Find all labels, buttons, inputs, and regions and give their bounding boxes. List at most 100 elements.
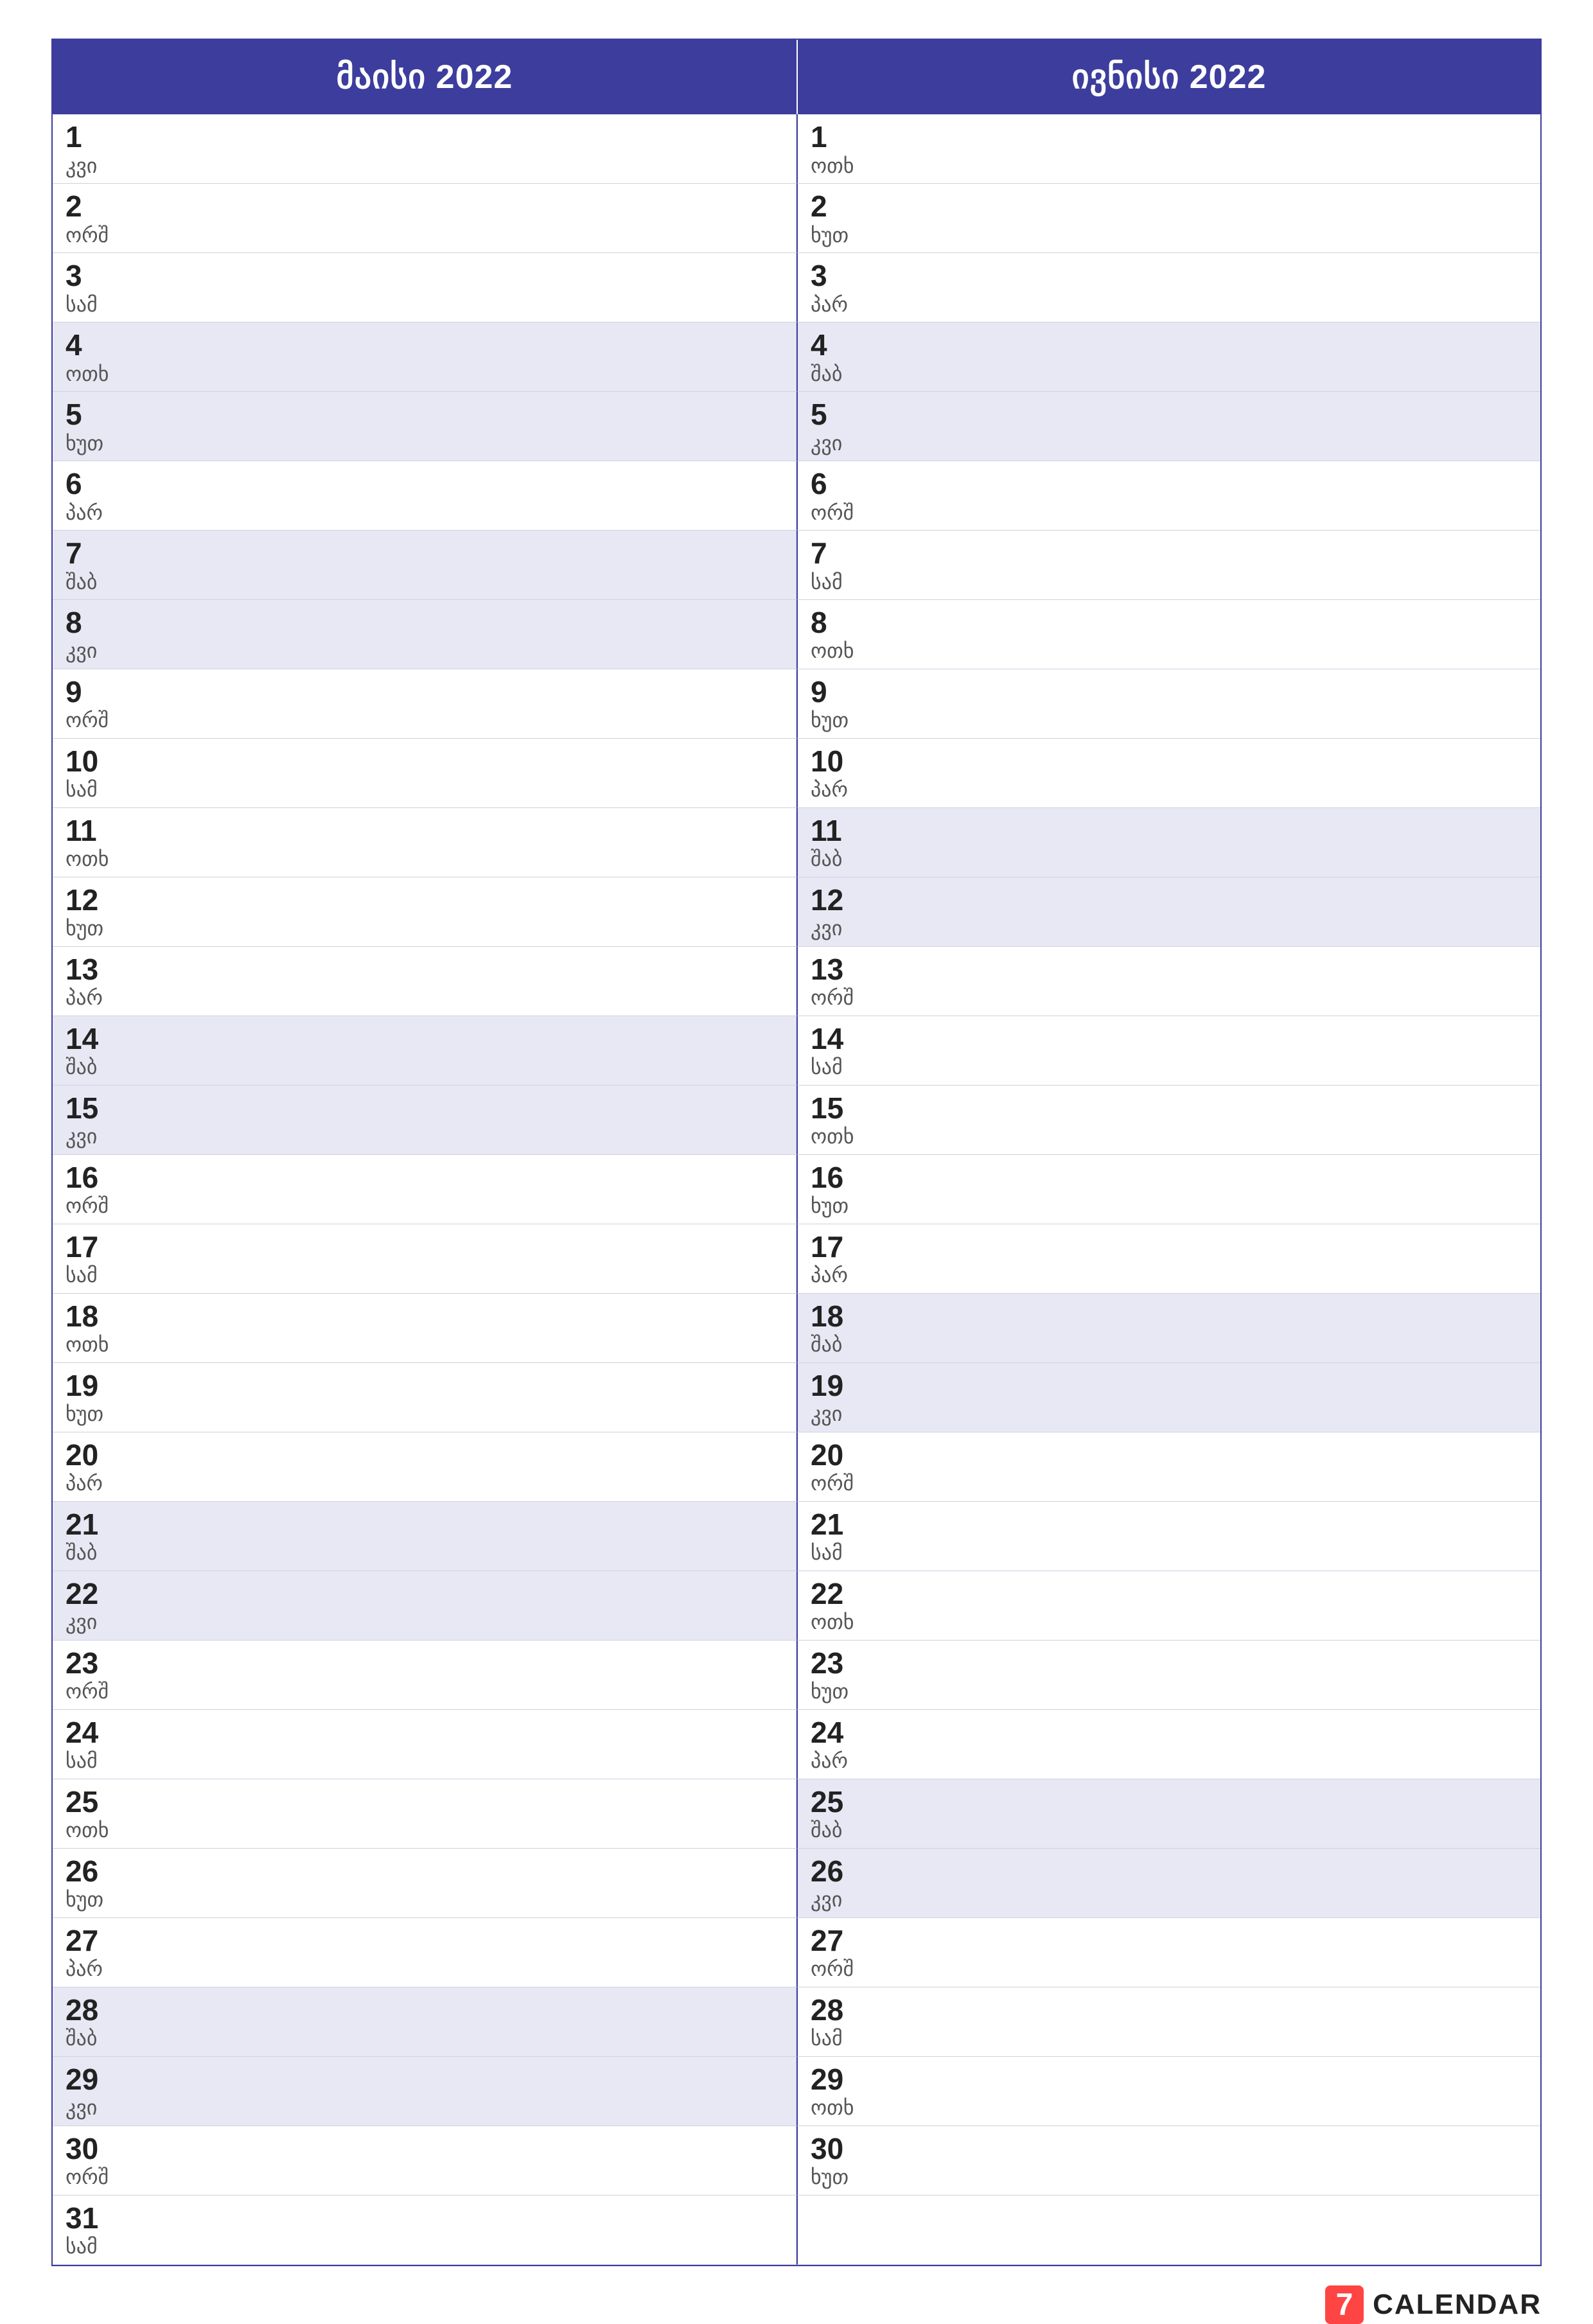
day-number: 10	[66, 745, 783, 778]
day-name: სამ	[66, 1748, 783, 1773]
day-number: 28	[66, 1994, 783, 2027]
day-name: ორშ	[66, 223, 783, 247]
day-row-left-14: 14შაბ	[53, 1016, 796, 1086]
day-row-right-24: 24პარ	[796, 1710, 1540, 1779]
day-name: ოთხ	[811, 2095, 1527, 2120]
day-number: 21	[66, 1508, 783, 1541]
day-row-right-31	[796, 2196, 1540, 2265]
day-name: შაბ	[811, 1332, 1527, 1357]
day-number: 4	[811, 329, 1527, 362]
day-row-right-12: 12კვი	[796, 877, 1540, 947]
day-row-right-5: 5კვი	[796, 392, 1540, 461]
day-number: 3	[66, 260, 783, 292]
day-row-right-6: 6ორშ	[796, 461, 1540, 531]
day-name: ოთხ	[811, 1610, 1527, 1634]
day-number: 16	[811, 1161, 1527, 1194]
day-row-left-1: 1კვი	[53, 114, 796, 184]
day-name: სამ	[66, 2234, 783, 2258]
day-number: 9	[811, 676, 1527, 709]
day-number: 13	[66, 953, 783, 986]
day-row-right-7: 7სამ	[796, 531, 1540, 600]
day-row-left-30: 30ორშ	[53, 2126, 796, 2196]
day-number: 13	[811, 953, 1527, 986]
day-row-right-19: 19კვი	[796, 1363, 1540, 1432]
day-number: 20	[811, 1439, 1527, 1472]
day-number: 29	[811, 2063, 1527, 2096]
day-name: კვი	[66, 154, 783, 178]
day-number: 26	[811, 1855, 1527, 1888]
day-name: კვი	[811, 1402, 1527, 1426]
day-row-left-8: 8კვი	[53, 600, 796, 669]
day-name: კვი	[811, 916, 1527, 940]
day-number: 5	[811, 398, 1527, 431]
day-number: 11	[811, 814, 1527, 847]
day-name: ხუთ	[811, 223, 1527, 247]
day-name: ოთხ	[66, 1818, 783, 1842]
day-row-left-9: 9ორშ	[53, 669, 796, 739]
day-name: ორშ	[66, 2165, 783, 2189]
day-name: ორშ	[811, 500, 1527, 525]
day-row-left-10: 10სამ	[53, 739, 796, 808]
day-row-right-14: 14სამ	[796, 1016, 1540, 1086]
day-name: ოთხ	[811, 638, 1527, 663]
day-number: 3	[811, 260, 1527, 292]
day-name: ხუთ	[811, 2165, 1527, 2189]
day-name: ოთხ	[811, 1124, 1527, 1149]
day-row-right-9: 9ხუთ	[796, 669, 1540, 739]
day-number: 27	[811, 1924, 1527, 1957]
day-number: 25	[811, 1786, 1527, 1818]
days-grid: 1კვი1ოთხ2ორშ2ხუთ3სამ3პარ4ოთხ4შაბ5ხუთ5კვი…	[53, 114, 1540, 2265]
day-number: 12	[811, 884, 1527, 917]
day-name: ხუთ	[66, 1402, 783, 1426]
day-name: კვი	[66, 2095, 783, 2120]
day-name: ხუთ	[811, 1193, 1527, 1218]
day-row-left-26: 26ხუთ	[53, 1849, 796, 1918]
day-number: 6	[811, 468, 1527, 500]
day-name: ორშ	[66, 1679, 783, 1703]
day-name: ორშ	[811, 1957, 1527, 1981]
day-number: 28	[811, 1994, 1527, 2027]
day-number: 2	[66, 190, 783, 223]
day-number: 11	[66, 814, 783, 847]
day-name: შაბ	[66, 1540, 783, 1565]
day-number: 10	[811, 745, 1527, 778]
month-header-right: ივნისი 2022	[796, 40, 1540, 114]
day-name: სამ	[66, 1263, 783, 1287]
day-name: შაბ	[811, 847, 1527, 871]
day-number: 5	[66, 398, 783, 431]
day-number: 30	[66, 2133, 783, 2165]
day-name: სამ	[66, 292, 783, 317]
day-name: შაბ	[66, 570, 783, 594]
day-number: 18	[66, 1300, 783, 1333]
day-row-left-6: 6პარ	[53, 461, 796, 531]
day-row-right-29: 29ოთხ	[796, 2057, 1540, 2126]
day-row-right-10: 10პარ	[796, 739, 1540, 808]
day-row-left-28: 28შაბ	[53, 1987, 796, 2057]
day-name: სამ	[811, 2026, 1527, 2050]
day-number: 12	[66, 884, 783, 917]
day-name: პარ	[811, 1263, 1527, 1287]
day-name: პარ	[811, 292, 1527, 317]
day-row-right-11: 11შაბ	[796, 808, 1540, 877]
day-name: ხუთ	[66, 916, 783, 940]
page: მაისი 2022 ივნისი 2022 1კვი1ოთხ2ორშ2ხუთ3…	[0, 0, 1593, 2253]
day-name: სამ	[811, 1055, 1527, 1079]
day-number: 8	[66, 606, 783, 639]
day-name: ხუთ	[66, 431, 783, 455]
day-name: ორშ	[66, 1193, 783, 1218]
day-name: ორშ	[811, 1471, 1527, 1495]
day-number: 22	[66, 1578, 783, 1610]
day-row-left-24: 24სამ	[53, 1710, 796, 1779]
day-number: 9	[66, 676, 783, 709]
day-name: ორშ	[811, 985, 1527, 1010]
day-name: პარ	[66, 1471, 783, 1495]
day-row-left-11: 11ოთხ	[53, 808, 796, 877]
day-row-left-22: 22კვი	[53, 1571, 796, 1641]
svg-text:7: 7	[1336, 2288, 1353, 2322]
day-number: 24	[66, 1716, 783, 1749]
day-name: ხუთ	[66, 1887, 783, 1912]
day-name: ოთხ	[66, 1332, 783, 1357]
brand-text: CALENDAR	[1373, 2289, 1542, 2321]
day-number: 19	[66, 1369, 783, 1402]
day-number: 24	[811, 1716, 1527, 1749]
